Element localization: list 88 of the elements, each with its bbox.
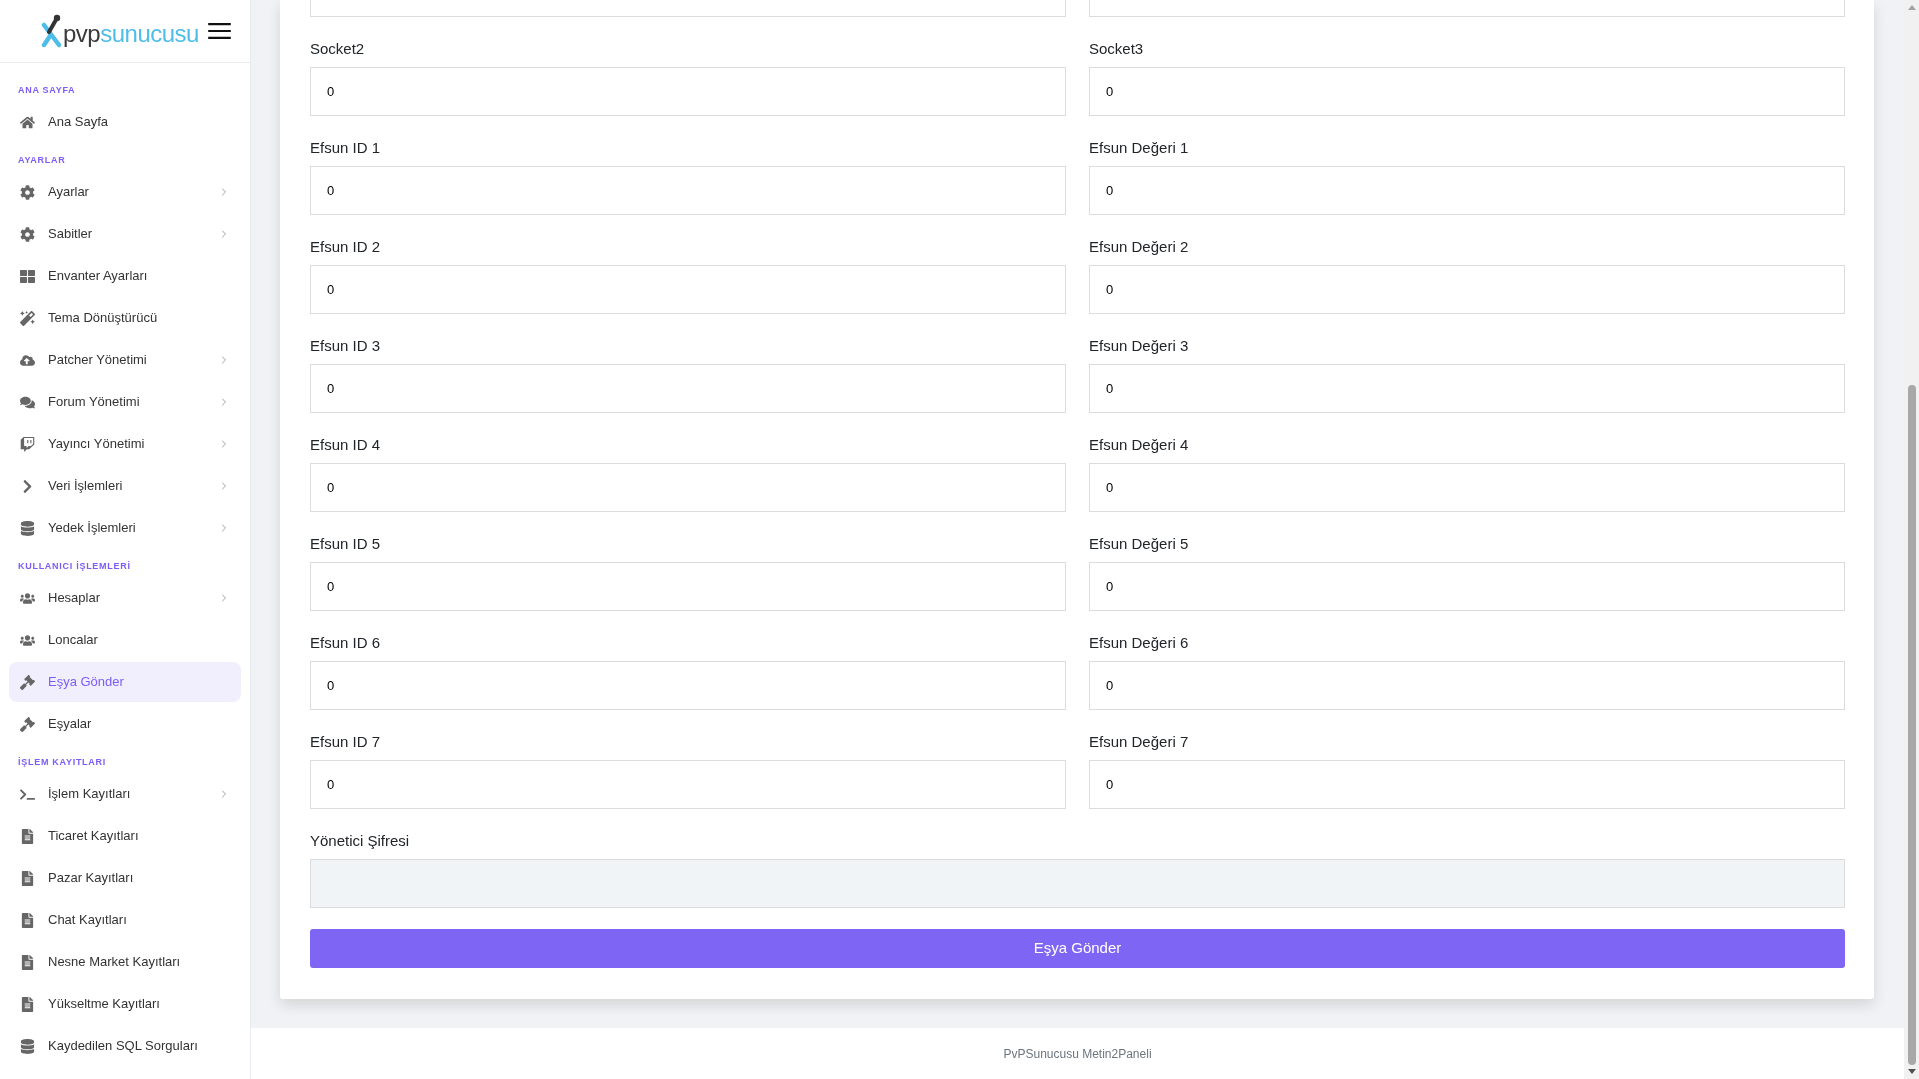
field-label: Efsun Değeri 7 (1089, 732, 1189, 752)
gear-icon (20, 226, 35, 242)
input-field[interactable] (310, 0, 1066, 17)
nav-item[interactable]: Yedek İşlemleri (9, 508, 241, 548)
document-icon (20, 954, 35, 970)
field-label: Socket2 (310, 39, 365, 59)
field-label: Efsun ID 6 (310, 633, 381, 653)
magic-wand-icon (20, 310, 35, 326)
nav-item[interactable]: Envanter Ayarları (9, 256, 241, 296)
gavel-icon (20, 674, 35, 690)
input-field[interactable]: 0 (310, 166, 1066, 215)
input-field[interactable]: 0 (1089, 562, 1845, 611)
x-figure-icon (40, 14, 62, 48)
cloud-upload-icon (20, 352, 35, 368)
nav-item[interactable]: Tema Dönüştürücü (9, 298, 241, 338)
nav-item[interactable]: Pazar Kayıtları (9, 858, 241, 898)
field-label: Efsun Değeri 5 (1089, 534, 1189, 554)
field-label: Yönetici Şifresi (310, 831, 410, 851)
document-icon (20, 996, 35, 1012)
field-label: Efsun Değeri 6 (1089, 633, 1189, 653)
nav-item[interactable]: Kaydedilen SQL Sorguları (9, 1026, 241, 1066)
section-heading: İŞLEM KAYITLARI (18, 756, 106, 768)
nav-item[interactable]: Yayıncı Yönetimi (9, 424, 241, 464)
users-icon (20, 590, 35, 606)
input-field[interactable]: 0 (310, 67, 1066, 116)
gear-icon (20, 184, 35, 200)
input-field[interactable] (1089, 0, 1845, 17)
menu-icon[interactable] (208, 23, 231, 39)
input-field[interactable]: 0 (310, 265, 1066, 314)
nav-item[interactable]: Ayarlar (9, 172, 241, 212)
grid-icon (20, 268, 35, 284)
field-label: Socket3 (1089, 39, 1144, 59)
section-heading: ANA SAYFA (18, 84, 76, 96)
document-icon (20, 828, 35, 844)
nav-item[interactable]: Chat Kayıtları (9, 900, 241, 940)
nav-item[interactable]: Sabitler (9, 214, 241, 254)
field-label: Efsun ID 2 (310, 237, 381, 257)
input-field[interactable]: 0 (1089, 364, 1845, 413)
field-label: Efsun Değeri 1 (1089, 138, 1189, 158)
nav-item[interactable]: Eşyalar (9, 704, 241, 744)
field-label: Efsun ID 4 (310, 435, 381, 455)
submit-button[interactable]: Eşya Gönder (310, 929, 1845, 968)
input-field[interactable]: 0 (310, 661, 1066, 710)
scroll-down-icon[interactable] (1907, 1069, 1916, 1074)
logo-text: pvpsunucusu (63, 20, 199, 48)
nav-item[interactable]: Eşya Gönder (9, 662, 241, 702)
input-field[interactable]: 0 (310, 562, 1066, 611)
input-field[interactable]: 0 (310, 463, 1066, 512)
field-label: Efsun ID 5 (310, 534, 381, 554)
nav-item[interactable]: Loncalar (9, 620, 241, 660)
nav-item[interactable]: Forum Yönetimi (9, 382, 241, 422)
input-field[interactable]: 0 (310, 760, 1066, 809)
field-label: Efsun Değeri 3 (1089, 336, 1189, 356)
field-label: Efsun ID 1 (310, 138, 381, 158)
nav-item[interactable]: Yükseltme Kayıtları (9, 984, 241, 1024)
nav-item[interactable]: Ticaret Kayıtları (9, 816, 241, 856)
nav-item[interactable]: Nesne Market Kayıtları (9, 942, 241, 982)
document-icon (20, 912, 35, 928)
input-field[interactable]: 0 (310, 364, 1066, 413)
input-field[interactable]: 0 (1089, 166, 1845, 215)
field-label: Efsun Değeri 4 (1089, 435, 1189, 455)
section-heading: KULLANICI İŞLEMLERİ (18, 560, 131, 572)
users-icon (20, 632, 35, 648)
nav-item[interactable]: İşlem Kayıtları (9, 774, 241, 814)
chat-bubbles-icon (20, 394, 35, 410)
input-field[interactable]: 0 (1089, 265, 1845, 314)
input-field[interactable]: 0 (1089, 67, 1845, 116)
nav-item[interactable]: Veri İşlemleri (9, 466, 241, 506)
field-label: Efsun Değeri 2 (1089, 237, 1189, 257)
nav-item[interactable]: Ana Sayfa (9, 102, 241, 142)
footer-text: PvPSunucusu Metin2Paneli (1003, 1045, 1152, 1063)
section-heading: AYARLAR (18, 154, 66, 166)
field-label: Efsun ID 3 (310, 336, 381, 356)
field-label: Efsun ID 7 (310, 732, 381, 752)
password-field[interactable] (310, 859, 1845, 908)
database-icon (20, 1038, 35, 1054)
input-field[interactable]: 0 (1089, 760, 1845, 809)
document-icon (20, 870, 35, 886)
nav-item[interactable]: Patcher Yönetimi (9, 340, 241, 380)
home-icon (20, 114, 35, 130)
scrollbar-thumb[interactable] (1907, 385, 1916, 1065)
database-icon (20, 520, 35, 536)
scroll-up-icon[interactable] (1907, 5, 1916, 10)
input-field[interactable]: 0 (1089, 661, 1845, 710)
input-field[interactable]: 0 (1089, 463, 1845, 512)
speech-box-icon (20, 436, 35, 452)
gavel-icon (20, 716, 35, 732)
nav-item[interactable]: Hesaplar (9, 578, 241, 618)
